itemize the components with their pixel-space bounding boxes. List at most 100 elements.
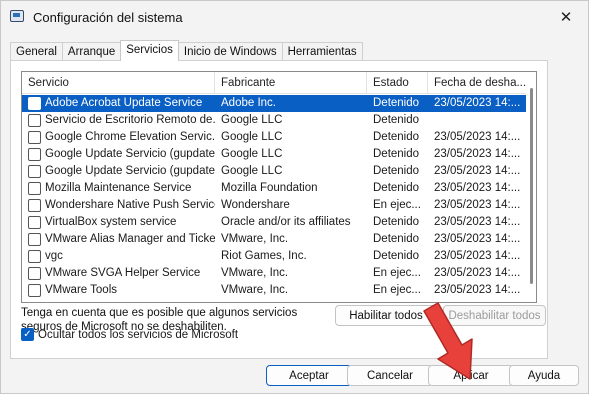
service-name: Google Update Servicio (gupdate): [45, 165, 215, 177]
status-cell: Detenido: [373, 233, 420, 245]
table-row[interactable]: Mozilla Maintenance Service Mozilla Found…: [22, 180, 528, 197]
list-rows: Adobe Acrobat Update Service Adobe Inc. De…: [22, 95, 528, 299]
service-name: Adobe Acrobat Update Service: [45, 97, 203, 109]
disabled-date-cell: [428, 112, 528, 129]
service-name-cell: Mozilla Maintenance Service: [22, 180, 215, 197]
service-checkbox[interactable]: [28, 233, 41, 246]
service-name: Mozilla Maintenance Service: [45, 182, 192, 194]
service-name: VMware SVGA Helper Service: [45, 267, 201, 279]
status-cell: Detenido: [373, 250, 420, 262]
disabled-date-cell: 23/05/2023 14:...: [434, 216, 521, 228]
status-cell: Detenido: [373, 182, 420, 194]
tab-arranque[interactable]: Arranque: [61, 42, 122, 61]
status-cell: Detenido: [373, 165, 420, 177]
service-name-cell: VMware Tools: [22, 282, 215, 299]
service-name-cell: Google Update Servicio (gupdate): [22, 163, 215, 180]
tab-servicios[interactable]: Servicios: [120, 40, 179, 61]
disable-all-button[interactable]: Deshabilitar todos: [443, 305, 546, 326]
table-row[interactable]: VMware SVGA Helper Service VMware, Inc. En…: [22, 265, 528, 282]
service-checkbox[interactable]: [28, 114, 41, 127]
status-cell: En ejec...: [373, 267, 421, 279]
service-checkbox[interactable]: [28, 131, 41, 144]
disabled-date-cell: 23/05/2023 14:...: [434, 148, 521, 160]
ok-button[interactable]: Aceptar: [266, 365, 352, 386]
tab-inicio-windows[interactable]: Inicio de Windows: [177, 42, 283, 61]
table-row[interactable]: VMware Alias Manager and Ticke... VMware,…: [22, 231, 528, 248]
window-title: Configuración del sistema: [33, 10, 183, 25]
status-cell: En ejec...: [373, 199, 421, 211]
vendor-cell: Google LLC: [221, 165, 283, 177]
service-name-cell: VMware Alias Manager and Ticke...: [22, 231, 215, 248]
service-name-cell: VMware SVGA Helper Service: [22, 265, 215, 282]
disabled-date-cell: 23/05/2023 14:...: [434, 284, 521, 296]
service-checkbox[interactable]: [28, 165, 41, 178]
hide-microsoft-services-label: Ocultar todos los servicios de Microsoft: [38, 328, 239, 341]
vendor-cell: Riot Games, Inc.: [221, 250, 307, 262]
disabled-date-cell: 23/05/2023 14:...: [434, 131, 521, 143]
service-checkbox[interactable]: [28, 267, 41, 280]
close-icon: ✕: [559, 9, 573, 26]
service-name-cell: Wondershare Native Push Service: [22, 197, 215, 214]
tab-herramientas[interactable]: Herramientas: [281, 42, 363, 61]
disabled-date-cell: 23/05/2023 14:...: [434, 250, 521, 262]
table-row[interactable]: Google Update Servicio (gupdate) Google L…: [22, 163, 528, 180]
hide-microsoft-services-checkbox[interactable]: ✓ Ocultar todos los servicios de Microso…: [21, 328, 238, 341]
system-config-icon: [10, 10, 24, 22]
service-name: VMware Tools: [45, 284, 118, 296]
vertical-scrollbar[interactable]: [526, 72, 536, 302]
status-cell: Detenido: [373, 131, 420, 143]
service-checkbox[interactable]: [28, 250, 41, 263]
vendor-cell: Google LLC: [221, 148, 283, 160]
table-row[interactable]: Adobe Acrobat Update Service Adobe Inc. De…: [22, 95, 528, 112]
table-row[interactable]: Wondershare Native Push Service Wondersha…: [22, 197, 528, 214]
vendor-cell: VMware, Inc.: [221, 233, 289, 245]
disabled-date-cell: 23/05/2023 14:...: [434, 165, 521, 177]
help-button[interactable]: Ayuda: [509, 365, 579, 386]
vendor-cell: Adobe Inc.: [221, 97, 276, 109]
service-name: vgc: [45, 250, 63, 262]
table-row[interactable]: VirtualBox system service Oracle and/or i…: [22, 214, 528, 231]
status-cell: Detenido: [373, 114, 420, 126]
disabled-date-cell: 23/05/2023 14:...: [434, 182, 521, 194]
column-header-servicio[interactable]: Servicio: [22, 72, 215, 94]
service-checkbox[interactable]: [28, 284, 41, 297]
status-cell: En ejec...: [373, 284, 421, 296]
vendor-cell: VMware, Inc.: [221, 284, 289, 296]
vendor-cell: Google LLC: [221, 114, 283, 126]
system-config-window: Configuración del sistema ✕ General Arra…: [0, 0, 589, 394]
service-checkbox[interactable]: [28, 216, 41, 229]
vendor-cell: Mozilla Foundation: [221, 182, 318, 194]
service-name-cell: Google Chrome Elevation Servic...: [22, 129, 215, 146]
table-row[interactable]: vgc Riot Games, Inc. Detenido 23/05/2023 14…: [22, 248, 528, 265]
disabled-date-cell: 23/05/2023 14:...: [434, 97, 521, 109]
close-button[interactable]: ✕: [554, 6, 578, 28]
service-name-cell: Servicio de Escritorio Remoto de...: [22, 112, 215, 129]
titlebar: Configuración del sistema ✕: [1, 1, 588, 33]
table-row[interactable]: Google Update Servicio (gupdate) Google L…: [22, 146, 528, 163]
vendor-cell: Oracle and/or its affiliates: [221, 216, 351, 228]
service-checkbox[interactable]: [28, 182, 41, 195]
vendor-cell: Wondershare: [221, 199, 290, 211]
service-checkbox[interactable]: [28, 97, 41, 110]
enable-all-button[interactable]: Habilitar todos: [335, 305, 437, 326]
cancel-button[interactable]: Cancelar: [347, 365, 433, 386]
table-row[interactable]: Google Chrome Elevation Servic... Google …: [22, 129, 528, 146]
table-row[interactable]: Servicio de Escritorio Remoto de... Googl…: [22, 112, 528, 129]
disabled-date-cell: 23/05/2023 14:...: [434, 199, 521, 211]
column-header-fecha[interactable]: Fecha de desha...: [428, 72, 528, 94]
service-name: Google Chrome Elevation Servic...: [45, 131, 215, 143]
service-checkbox[interactable]: [28, 199, 41, 212]
status-cell: Detenido: [373, 216, 420, 228]
column-header-fabricante[interactable]: Fabricante: [215, 72, 367, 94]
service-checkbox[interactable]: [28, 148, 41, 161]
scroll-thumb[interactable]: [530, 88, 533, 284]
table-row[interactable]: VMware Tools VMware, Inc. En ejec... 23/05/…: [22, 282, 528, 299]
tab-general[interactable]: General: [10, 42, 63, 61]
service-name: VirtualBox system service: [45, 216, 177, 228]
apply-button[interactable]: Aplicar: [428, 365, 514, 386]
service-name-cell: Google Update Servicio (gupdate): [22, 146, 215, 163]
column-header-estado[interactable]: Estado: [367, 72, 428, 94]
services-panel: Servicio Fabricante Estado Fecha de desh…: [10, 60, 548, 359]
services-list: Servicio Fabricante Estado Fecha de desh…: [21, 71, 537, 303]
service-name: VMware Alias Manager and Ticke...: [45, 233, 215, 245]
